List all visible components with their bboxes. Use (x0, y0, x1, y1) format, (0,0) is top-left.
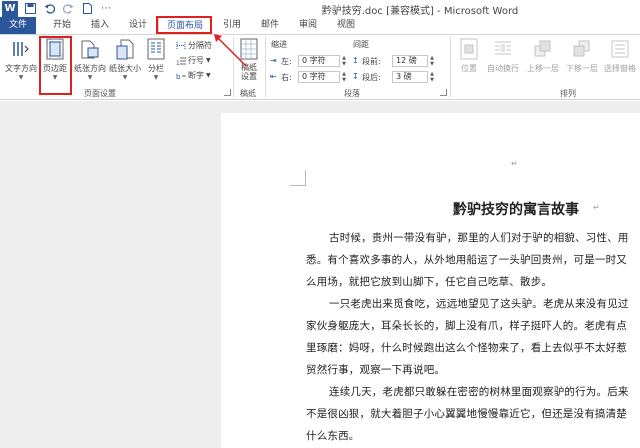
page-margin-corner-mark (290, 170, 306, 186)
bring-forward-button[interactable]: 上移一层 (524, 37, 562, 74)
text-direction-button[interactable]: 文字方向 ▼ (4, 37, 38, 81)
bring-forward-icon (532, 37, 554, 61)
line-numbers-label: 行号 (188, 55, 204, 65)
tab-file[interactable]: 文件 (0, 17, 36, 34)
spacing-after-label: 段后: (362, 73, 381, 82)
document-line: 古时候，贵州一带没有驴，那里的人们对于驴的相貌、习性、用 (329, 232, 629, 244)
selection-pane-button[interactable]: 选择窗格 (601, 37, 639, 74)
columns-button[interactable]: 分栏 ▼ (143, 37, 169, 81)
chevron-down-icon: ▼ (87, 74, 93, 81)
spacing-before-icon: ↥ (352, 56, 359, 65)
wrap-text-icon (492, 37, 514, 61)
line-numbers-button[interactable]: 1 行号 ▼ (176, 54, 211, 67)
position-label: 位置 (461, 64, 477, 73)
indent-right-label: 右: (281, 73, 292, 82)
columns-label: 分栏 (148, 64, 164, 73)
document-area: ↵ 黔驴技穷的寓言故事 ↵ 古时候，贵州一带没有驴，那里的人们对于驴的相貌、习性… (0, 101, 640, 448)
size-label: 纸张大小 (109, 64, 141, 73)
document-line: 贸然行事，观察一下再说吧。 (306, 364, 446, 376)
page-setup-dialog-launcher-icon[interactable] (224, 89, 231, 96)
window-title: 黔驴技穷.doc [兼容模式] - Microsoft Word (321, 6, 519, 17)
chevron-down-icon: ▼ (122, 74, 128, 81)
breaks-icon (176, 41, 186, 50)
wrap-text-button[interactable]: 自动换行 (484, 37, 522, 74)
spacing-before-label: 段前: (362, 57, 381, 66)
highlight-box-margins-button (39, 36, 72, 95)
tab-mailings[interactable]: 邮件 (252, 17, 288, 34)
page-size-icon (114, 37, 136, 61)
group-divider (450, 37, 451, 97)
document-line: 连续几天，老虎都只敢躲在密密的树林里面观察驴的行为。后来 (329, 386, 629, 398)
document-line: 家伙身躯庞大，耳朵长长的，脚上没有爪，样子挺吓人的。老虎有点 (306, 320, 627, 332)
orientation-button[interactable]: 纸张方向 ▼ (73, 37, 107, 81)
document-title: 黔驴技穷的寓言故事 (453, 202, 579, 218)
spacing-after-spinner[interactable]: ▲ ▼ (428, 71, 436, 83)
position-button[interactable]: 位置 (456, 37, 482, 74)
document-line: 里琢磨：妈呀，什么时候跑出这么个怪物来了，看上去似乎不太好惹 (306, 342, 627, 354)
svg-text:1: 1 (176, 60, 180, 65)
indent-right-input[interactable]: 0 字符 (298, 71, 340, 83)
breaks-button[interactable]: 分隔符 (176, 39, 212, 51)
paragraph-mark: ↵ (593, 203, 600, 212)
spacing-header: 间距 (353, 40, 369, 49)
paragraph-dialog-launcher-icon[interactable] (440, 89, 447, 96)
selection-pane-label: 选择窗格 (604, 64, 636, 73)
tab-design[interactable]: 设计 (120, 17, 156, 34)
text-direction-icon (10, 37, 32, 61)
position-icon (458, 37, 480, 61)
svg-text:b: b (176, 73, 181, 80)
spacing-before-spinner[interactable]: ▲ ▼ (428, 55, 436, 67)
send-backward-label: 下移一层 (566, 64, 598, 73)
send-backward-button[interactable]: 下移一层 (563, 37, 601, 74)
indent-right-spinner[interactable]: ▲ ▼ (340, 71, 348, 83)
highlight-box-page-layout-tab (156, 16, 212, 34)
arrange-group-label: 排列 (560, 89, 576, 98)
document-line: 一只老虎出来觅食吃，远远地望见了这头驴。老虎从来没有见过 (329, 298, 629, 310)
orientation-label: 纸张方向 (74, 64, 106, 73)
group-divider (265, 37, 266, 97)
indent-left-label: 左: (281, 57, 292, 66)
bring-forward-label: 上移一层 (527, 64, 559, 73)
line-numbers-icon: 1 (176, 56, 186, 67)
document-line: 什么东西。 (306, 430, 360, 442)
hyphenation-label: 断字 (188, 70, 204, 80)
hyphenation-icon: b (176, 71, 186, 81)
indent-right-icon: ⇤ (270, 72, 277, 81)
breaks-label: 分隔符 (188, 40, 212, 50)
indent-header: 缩进 (271, 40, 287, 49)
size-button[interactable]: 纸张大小 ▼ (108, 37, 142, 81)
hyphenation-button[interactable]: b 断字 ▼ (176, 69, 211, 81)
tab-insert[interactable]: 插入 (82, 17, 118, 34)
chevron-down-icon: ▼ (18, 74, 24, 81)
tab-home[interactable]: 开始 (44, 17, 80, 34)
spacing-before-input[interactable]: 12 磅 (392, 55, 428, 67)
arrow-to-page-layout-tab-icon (214, 34, 247, 67)
tab-view[interactable]: 视图 (328, 17, 364, 34)
tab-review[interactable]: 审阅 (290, 17, 326, 34)
indent-left-input[interactable]: 0 字符 (298, 55, 340, 67)
wrap-text-label: 自动换行 (487, 64, 519, 73)
document-line: 么用场，就把它放到山脚下，任它自己吃草、散步。 (306, 276, 553, 288)
paragraph-mark: ↵ (511, 159, 518, 168)
document-page[interactable]: ↵ 黔驴技穷的寓言故事 ↵ 古时候，贵州一带没有驴，那里的人们对于驴的相貌、习性… (221, 113, 640, 448)
selection-pane-icon (609, 37, 631, 61)
send-backward-icon (571, 37, 593, 61)
spacing-after-input[interactable]: 3 磅 (392, 71, 428, 83)
columns-icon (145, 37, 167, 61)
document-line: 不是很凶狠，就大着胆子小心翼翼地慢慢靠近它，但还是没有搞清楚 (306, 408, 627, 420)
text-direction-label: 文字方向 (5, 64, 37, 73)
chevron-down-icon: ▼ (153, 74, 159, 81)
spacing-after-icon: ↧ (352, 72, 359, 81)
orientation-icon (79, 37, 101, 61)
ribbon-page-layout: 文字方向 ▼ 页边距 ▼ 纸张方向 ▼ 纸张大小 ▼ 分栏 ▼ 分隔符 1 行号… (0, 34, 640, 100)
paragraph-group-label: 段落 (344, 89, 360, 98)
indent-left-spinner[interactable]: ▲ ▼ (340, 55, 348, 67)
ribbon-tabs: 文件 开始 插入 设计 页面布局 引用 邮件 审阅 视图 (0, 17, 640, 34)
title-bar: W ⋯ 黔驴技穷.doc [兼容模式] - Microsoft Word (0, 0, 640, 17)
document-line: 悉。有个喜欢多事的人，从外地用船运了一头驴回贵州，可是一时又 (306, 254, 627, 266)
draft-group-label: 稿纸 (240, 89, 256, 98)
chevron-down-icon: ▼ (206, 71, 211, 79)
indent-left-icon: ⇥ (270, 56, 277, 65)
